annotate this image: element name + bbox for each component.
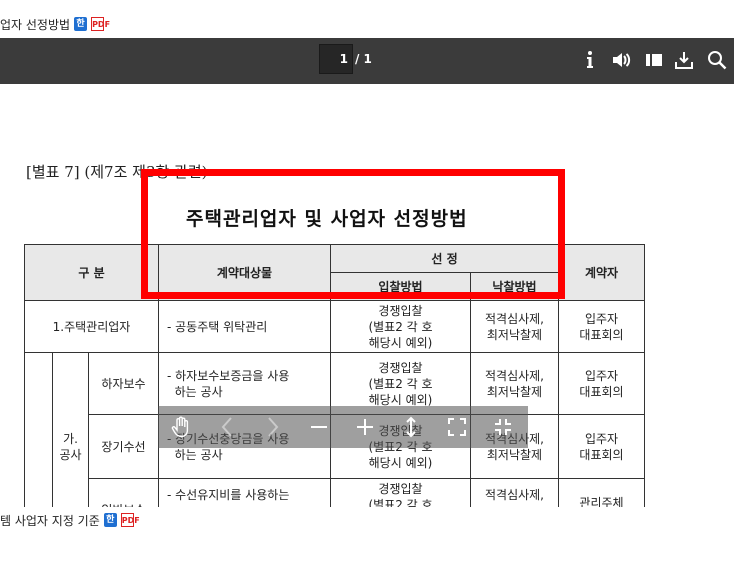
attachment-row-2: 템 사업자 지정 기준 한 PDF [0,511,140,529]
speaker-icon[interactable] [609,48,633,72]
cell-contractor: 입주자 대표회의 [558,414,645,479]
highlight-box [141,169,565,299]
next-page-icon[interactable] [250,406,296,448]
exit-fullscreen-icon[interactable] [480,406,526,448]
fullscreen-icon[interactable] [434,406,480,448]
page-number-box[interactable] [319,44,353,74]
cell-award: 적격심사제, 최저낙찰제 [470,300,559,353]
cell-contractor: 관리주체 [558,478,645,507]
header-contractor: 계약자 [558,244,645,301]
hwp-file-icon[interactable]: 한 [74,17,88,31]
zoom-in-icon[interactable] [342,406,388,448]
cell-category: 1.주택관리업자 [24,300,159,353]
document-viewer[interactable]: [별표 7] (제7조 제3항 관련) 주택관리업자 및 사업자 선정방법 구 … [0,84,734,507]
cell-award: 적격심사제, [470,478,559,507]
prev-page-icon[interactable] [204,406,250,448]
zoom-out-icon[interactable] [296,406,342,448]
attachment-row-1: 업자 선정방법 한 PDF [0,15,110,33]
floating-controls [158,406,528,448]
cell-contractor: 입주자 대표회의 [558,352,645,415]
search-icon[interactable] [705,48,729,72]
top-partial-row [0,0,4,8]
partial-link-text [0,0,4,6]
viewer-toolbar: / 1 [0,38,734,84]
table-row: 일반보수 - 수선유지비를 사용하는 경쟁입찰 (별표2 각 호 적격심사제, … [25,478,645,507]
info-icon[interactable] [578,48,602,72]
header-gubun: 구 분 [24,244,159,301]
cell-target: - 수선유지비를 사용하는 [158,478,331,507]
pdf-file-icon[interactable]: PDF [91,17,110,31]
page-number-input[interactable] [320,45,352,73]
cell-bid: 경쟁입찰 (별표2 각 호 [330,478,471,507]
cell-bid: 경쟁입찰 (별표2 각 호 해당시 예외) [330,300,471,353]
download-icon[interactable] [672,48,696,72]
table-row: 1.주택관리업자 - 공동주택 위탁관리 경쟁입찰 (별표2 각 호 해당시 예… [24,300,645,353]
fit-height-icon[interactable] [388,406,434,448]
hand-tool-icon[interactable] [158,406,204,448]
cell-target: - 공동주택 위탁관리 [158,300,331,353]
cell-blank [24,352,53,507]
cell-sub: 일반보수 [88,478,159,507]
cell-sub: 장기수선 [88,414,159,479]
attachment-link[interactable]: 템 사업자 지정 기준 [0,512,100,529]
page-total: / 1 [355,52,372,66]
pdf-file-icon[interactable]: PDF [120,513,140,527]
cell-sub: 하자보수 [88,352,159,415]
hwp-file-icon[interactable]: 한 [103,513,117,527]
cell-group: 가. 공사 [52,352,89,507]
book-view-icon[interactable] [642,48,666,72]
attachment-link[interactable]: 업자 선정방법 [0,16,70,33]
cell-contractor: 입주자 대표회의 [558,300,645,353]
